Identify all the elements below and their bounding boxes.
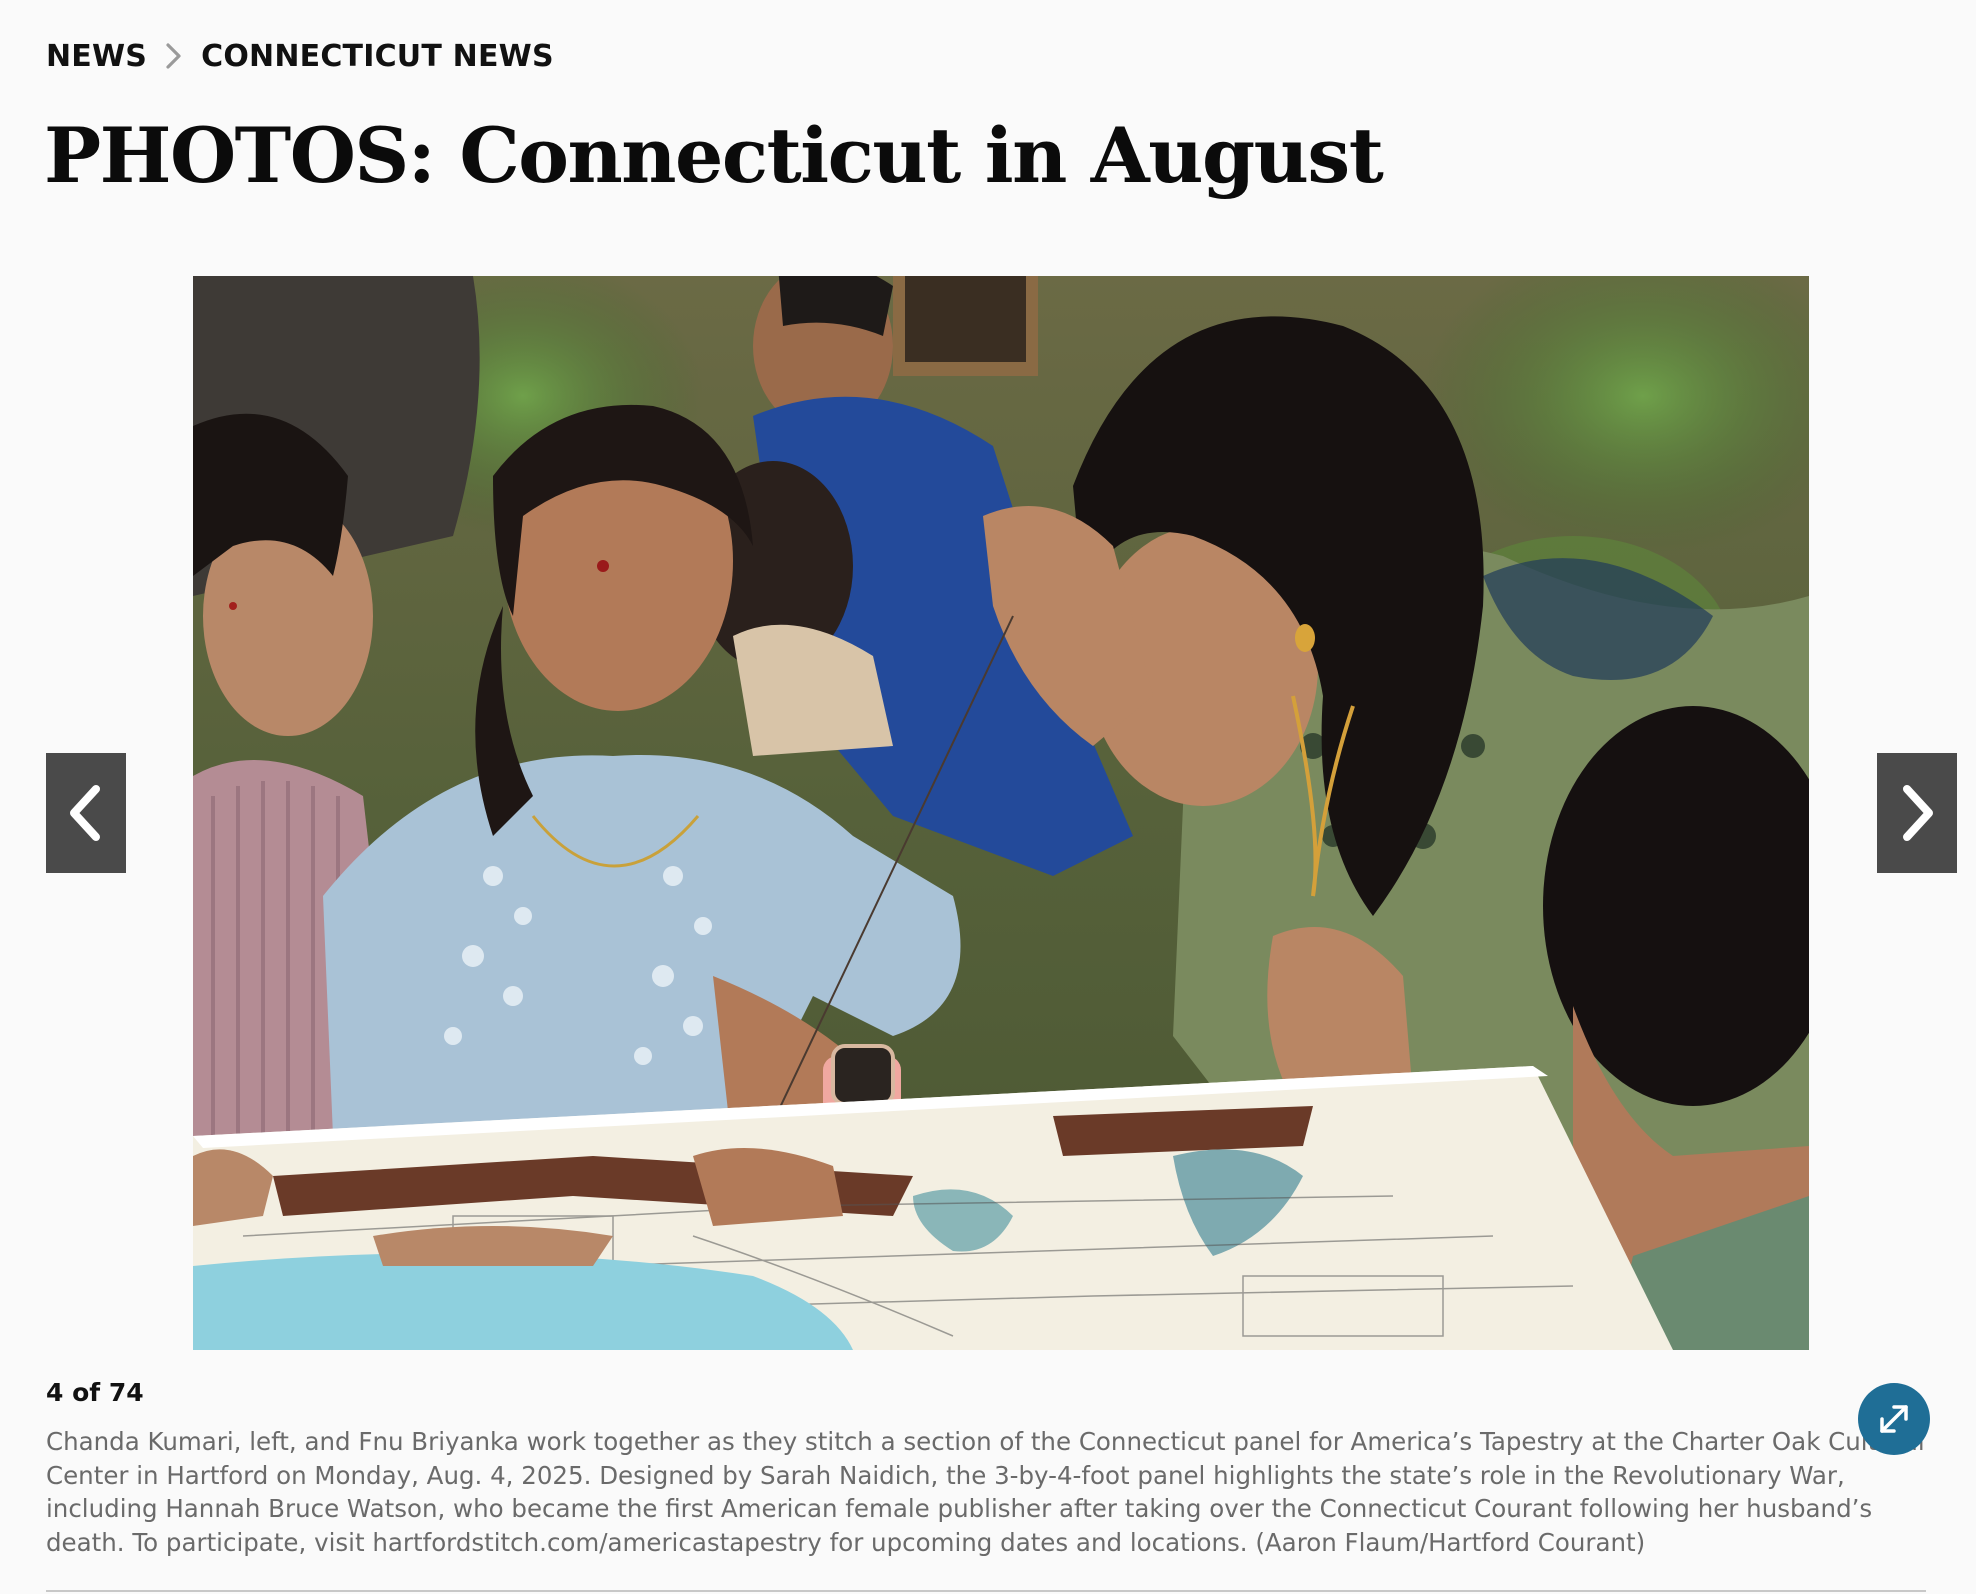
expand-icon: [1880, 1405, 1908, 1433]
expand-button[interactable]: [1858, 1383, 1930, 1455]
photo-counter: 4 of 74: [46, 1378, 144, 1407]
chevron-right-icon: [166, 43, 181, 69]
breadcrumb: NEWS CONNECTICUT NEWS: [46, 36, 554, 76]
chevron-left-icon: [70, 785, 100, 841]
chevron-right-icon: [1903, 785, 1933, 841]
divider: [46, 1590, 1926, 1592]
prev-photo-button[interactable]: [46, 753, 126, 873]
gallery-photo: [193, 276, 1809, 1350]
next-photo-button[interactable]: [1877, 753, 1957, 873]
photo-caption: Chanda Kumari, left, and Fnu Briyanka wo…: [46, 1427, 1925, 1557]
breadcrumb-news-link[interactable]: NEWS: [46, 39, 147, 74]
breadcrumb-connecticut-news-link[interactable]: CONNECTICUT NEWS: [201, 39, 554, 74]
page-title: PHOTOS: Connecticut in August: [44, 111, 1384, 200]
